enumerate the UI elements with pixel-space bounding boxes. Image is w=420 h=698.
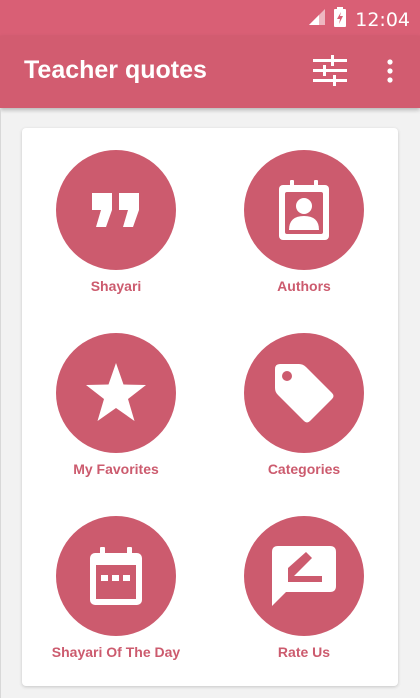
menu-card: Shayari Authors My Favorites Categories …: [22, 128, 398, 686]
my-favorites-tile[interactable]: My Favorites: [22, 311, 210, 481]
app-bar: Teacher quotes: [0, 36, 420, 108]
rate-us-tile[interactable]: Rate Us: [210, 494, 398, 664]
shayari-button[interactable]: [56, 150, 176, 270]
authors-tile[interactable]: Authors: [210, 128, 398, 298]
categories-button[interactable]: [244, 333, 364, 453]
categories-tile[interactable]: Categories: [210, 311, 398, 481]
my-favorites-label: My Favorites: [73, 461, 159, 477]
authors-label: Authors: [277, 278, 331, 294]
more-vert-icon: [387, 59, 393, 83]
contact-card-icon: [279, 180, 329, 240]
status-bar: 12:04: [0, 0, 420, 36]
filter-settings-button[interactable]: [311, 54, 349, 88]
signal-icon: [309, 9, 326, 30]
shayari-of-the-day-tile[interactable]: Shayari Of The Day: [22, 494, 210, 664]
divider: [0, 108, 1, 698]
shayari-tile[interactable]: Shayari: [22, 128, 210, 298]
authors-button[interactable]: [244, 150, 364, 270]
filter-settings-icon: [313, 55, 347, 86]
rate-us-label: Rate Us: [277, 644, 331, 660]
rate-us-button[interactable]: [244, 516, 364, 636]
categories-label: Categories: [267, 461, 341, 477]
shayari-of-the-day-button[interactable]: [56, 516, 176, 636]
quote-icon: [92, 193, 139, 227]
star-icon: [86, 363, 146, 421]
shayari-label: Shayari: [90, 278, 142, 294]
calendar-icon: [90, 547, 142, 605]
more-options-button[interactable]: [376, 54, 404, 88]
status-icons: 12:04: [309, 7, 410, 32]
tag-icon: [275, 364, 334, 423]
shayari-of-the-day-label: Shayari Of The Day: [51, 644, 181, 660]
rate-feedback-icon: [272, 546, 336, 606]
battery-icon: [333, 7, 347, 32]
status-time: 12:04: [355, 8, 410, 31]
my-favorites-button[interactable]: [56, 333, 176, 453]
app-title: Teacher quotes: [24, 56, 207, 84]
